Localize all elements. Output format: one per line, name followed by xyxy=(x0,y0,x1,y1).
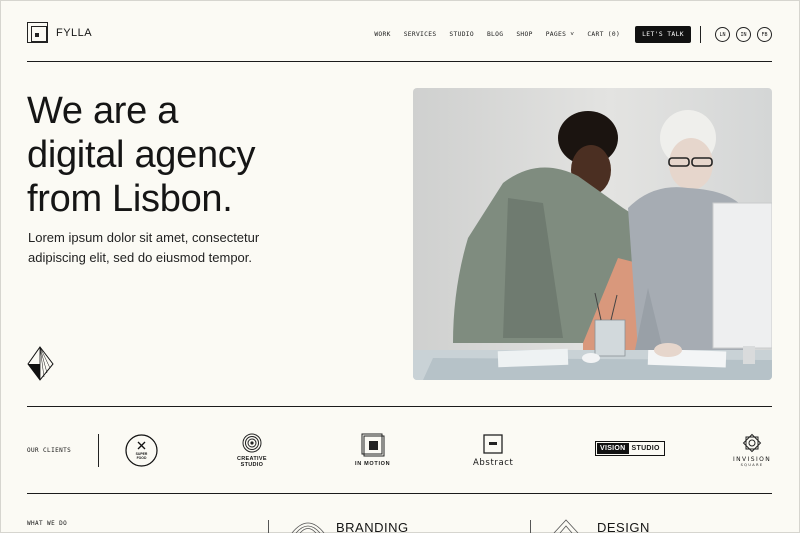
hero-title: We are a digital agency from Lisbon. xyxy=(27,89,367,221)
nav-blog[interactable]: BLOG xyxy=(487,31,503,38)
clients-label: OUR CLIENTS xyxy=(27,447,72,454)
client-abstract[interactable]: Abstract xyxy=(473,434,513,468)
super-food-logo-icon: SUPER FOOD xyxy=(125,434,158,467)
nav-services[interactable]: SERVICES xyxy=(404,31,437,38)
clients-divider xyxy=(98,434,99,467)
site-header: FYLLA WORK SERVICES STUDIO BLOG SHOP PAG… xyxy=(27,22,772,62)
client-super-food[interactable]: SUPER FOOD xyxy=(125,434,158,467)
fingerprint-logo-icon xyxy=(242,433,262,453)
client-in-motion[interactable]: IN MOTION xyxy=(355,433,390,467)
hero-subtitle-line: adipiscing elit, sed do eiusmod tempor. xyxy=(28,250,253,265)
lets-talk-button[interactable]: LET'S TALK xyxy=(635,26,691,43)
hero-title-line: from Lisbon. xyxy=(27,178,233,220)
super-food-text: FOOD xyxy=(137,456,147,460)
vision-studio-logo: VISION STUDIO xyxy=(595,441,665,456)
brand-name: FYLLA xyxy=(56,27,93,39)
knot-logo-icon xyxy=(742,433,762,453)
hero-subtitle-line: Lorem ipsum dolor sit amet, consectetur xyxy=(28,230,260,245)
nav-work[interactable]: WORK xyxy=(374,31,390,38)
nav-shop[interactable]: SHOP xyxy=(516,31,532,38)
diamond-logo-icon xyxy=(27,346,54,381)
design-icon xyxy=(553,519,579,533)
creative-studio-text: STUDIO xyxy=(240,462,264,468)
branding-icon xyxy=(291,522,325,533)
invision-text: INVISION xyxy=(733,456,772,463)
vision-text: VISION xyxy=(597,443,629,454)
nav-divider xyxy=(700,26,701,43)
brand-logo[interactable]: FYLLA xyxy=(27,22,92,43)
instagram-link[interactable]: IN xyxy=(736,27,751,42)
abstract-logo-icon xyxy=(483,434,503,454)
nav-pages-dropdown[interactable]: PAGES ˅ xyxy=(546,31,575,38)
facebook-link[interactable]: FB xyxy=(757,27,772,42)
linkedin-link[interactable]: LN xyxy=(715,27,730,42)
hero-photo xyxy=(413,88,772,380)
client-vision-studio[interactable]: VISION STUDIO xyxy=(595,441,665,456)
what-we-do-label: WHAT WE DO xyxy=(27,520,68,527)
square-text: SQUARE xyxy=(740,463,764,467)
hero-title-line: digital agency xyxy=(27,134,256,176)
in-motion-text: IN MOTION xyxy=(355,461,391,467)
nav-cart[interactable]: CART (0) xyxy=(587,31,620,38)
hero-title-line: We are a xyxy=(27,90,179,132)
nav-studio[interactable]: STUDIO xyxy=(449,31,474,38)
clients-strip: OUR CLIENTS SUPER FOOD CREATIVE STUDIO I… xyxy=(27,406,772,494)
brand-logo-icon xyxy=(27,22,48,43)
service-divider xyxy=(530,520,531,533)
service-branding[interactable]: BRANDING xyxy=(336,520,409,533)
in-motion-logo-icon xyxy=(361,433,385,457)
hero-subtitle: Lorem ipsum dolor sit amet, consectetur … xyxy=(28,228,318,268)
abstract-text: Abstract xyxy=(473,458,514,468)
main-nav: WORK SERVICES STUDIO BLOG SHOP PAGES ˅ C… xyxy=(374,26,772,43)
service-design[interactable]: DESIGN xyxy=(597,520,650,533)
service-divider xyxy=(268,520,269,533)
client-creative-studio[interactable]: CREATIVE STUDIO xyxy=(237,433,267,468)
studio-text: STUDIO xyxy=(631,445,660,452)
client-invision-square[interactable]: INVISION SQUARE xyxy=(733,433,771,467)
